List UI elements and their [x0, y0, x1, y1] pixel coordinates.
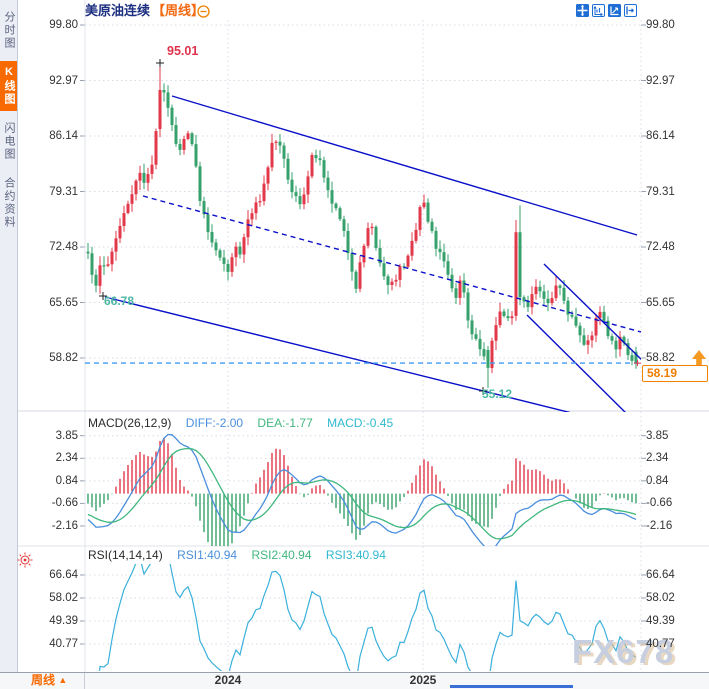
axis-tick-label: 49.39 — [646, 615, 675, 627]
axis-tick-label: 86.14 — [18, 130, 78, 142]
axis-tick-label: 58.02 — [646, 592, 675, 604]
gridlines — [18, 0, 709, 672]
macd-label: MACD(26,12,9) — [88, 416, 171, 430]
macd-diff-value: DIFF:-2.00 — [186, 416, 243, 430]
axis-tick-label: 66.64 — [646, 569, 675, 581]
chart-canvas[interactable] — [0, 0, 709, 689]
candlestick-series[interactable] — [87, 64, 638, 388]
axis-tick-label: 3.85 — [18, 430, 78, 442]
axis-tick-label: 58.82 — [646, 352, 675, 364]
axis-tick-label: 66.64 — [18, 569, 78, 581]
axis-tick-label: 58.82 — [18, 352, 78, 364]
axis-tick-label: 2.34 — [18, 452, 78, 464]
axis-tick-label: 92.97 — [646, 75, 675, 87]
axis-tick-label: 72.48 — [646, 241, 675, 253]
year-label-2024: 2024 — [215, 673, 242, 688]
macd-header: MACD(26,12,9) DIFF:-2.00 DEA:-1.77 MACD:… — [88, 416, 404, 430]
chart-window: 分时图 K线图 闪电图 合约资料 美原油连续【周线】 — [0, 0, 709, 689]
price-up-arrow-icon — [690, 349, 709, 367]
rsi-header: RSI(14,14,14) RSI1:40.94 RSI2:40.94 RSI3… — [88, 548, 397, 562]
axis-tick-label: 86.14 — [646, 130, 675, 142]
axis-tick-label: 99.80 — [18, 19, 78, 31]
anchor-point-markers — [99, 59, 487, 395]
axis-tick-label: -0.66 — [18, 497, 78, 509]
macd-hist-value: MACD:-0.45 — [327, 416, 393, 430]
axis-tick-label: 92.97 — [18, 75, 78, 87]
macd-histogram — [88, 438, 636, 554]
period-selector[interactable]: 周线 ▲ — [0, 673, 85, 689]
axis-tick-label: -2.16 — [18, 520, 78, 532]
current-price-box: 58.19 — [642, 365, 708, 382]
period-dropdown-arrow-icon: ▲ — [58, 675, 67, 685]
axis-tick-label: 65.65 — [646, 297, 675, 309]
axis-tick-label: 79.31 — [646, 186, 675, 198]
axis-tick-label: 72.48 — [18, 241, 78, 253]
rsi3-value: RSI3:40.94 — [326, 548, 386, 562]
footer-bar: 周线 ▲ 2024 2025 — [0, 673, 709, 689]
axis-tick-label: 58.02 — [18, 592, 78, 604]
scrollbar-thumb[interactable] — [450, 685, 573, 688]
axis-tick-label: 0.84 — [646, 475, 668, 487]
axis-tick-label: 40.77 — [646, 638, 675, 650]
rsi2-value: RSI2:40.94 — [251, 548, 311, 562]
axis-tick-label: 99.80 — [646, 19, 675, 31]
alarm-indicator-icon[interactable] — [16, 551, 34, 569]
axis-tick-label: 0.84 — [18, 475, 78, 487]
channel-start-annotation: 66.78 — [104, 294, 134, 308]
axis-tick-label: 79.31 — [18, 186, 78, 198]
rsi1-value: RSI1:40.94 — [177, 548, 237, 562]
axis-tick-label: 49.39 — [18, 615, 78, 627]
macd-lines — [88, 435, 636, 551]
axis-tick-label: -0.66 — [646, 497, 672, 509]
axis-tick-label: 65.65 — [18, 297, 78, 309]
low-price-annotation: 55.12 — [482, 387, 512, 401]
year-label-2025: 2025 — [410, 673, 437, 688]
high-price-annotation: 95.01 — [167, 44, 198, 58]
macd-dea-value: DEA:-1.77 — [257, 416, 312, 430]
axis-tick-label: -2.16 — [646, 520, 672, 532]
axis-tick-label: 40.77 — [18, 638, 78, 650]
rsi-label: RSI(14,14,14) — [88, 548, 163, 562]
axis-tick-label: 2.34 — [646, 452, 668, 464]
trend-channel-lines[interactable] — [105, 96, 648, 420]
axis-tick-label: 3.85 — [646, 430, 668, 442]
